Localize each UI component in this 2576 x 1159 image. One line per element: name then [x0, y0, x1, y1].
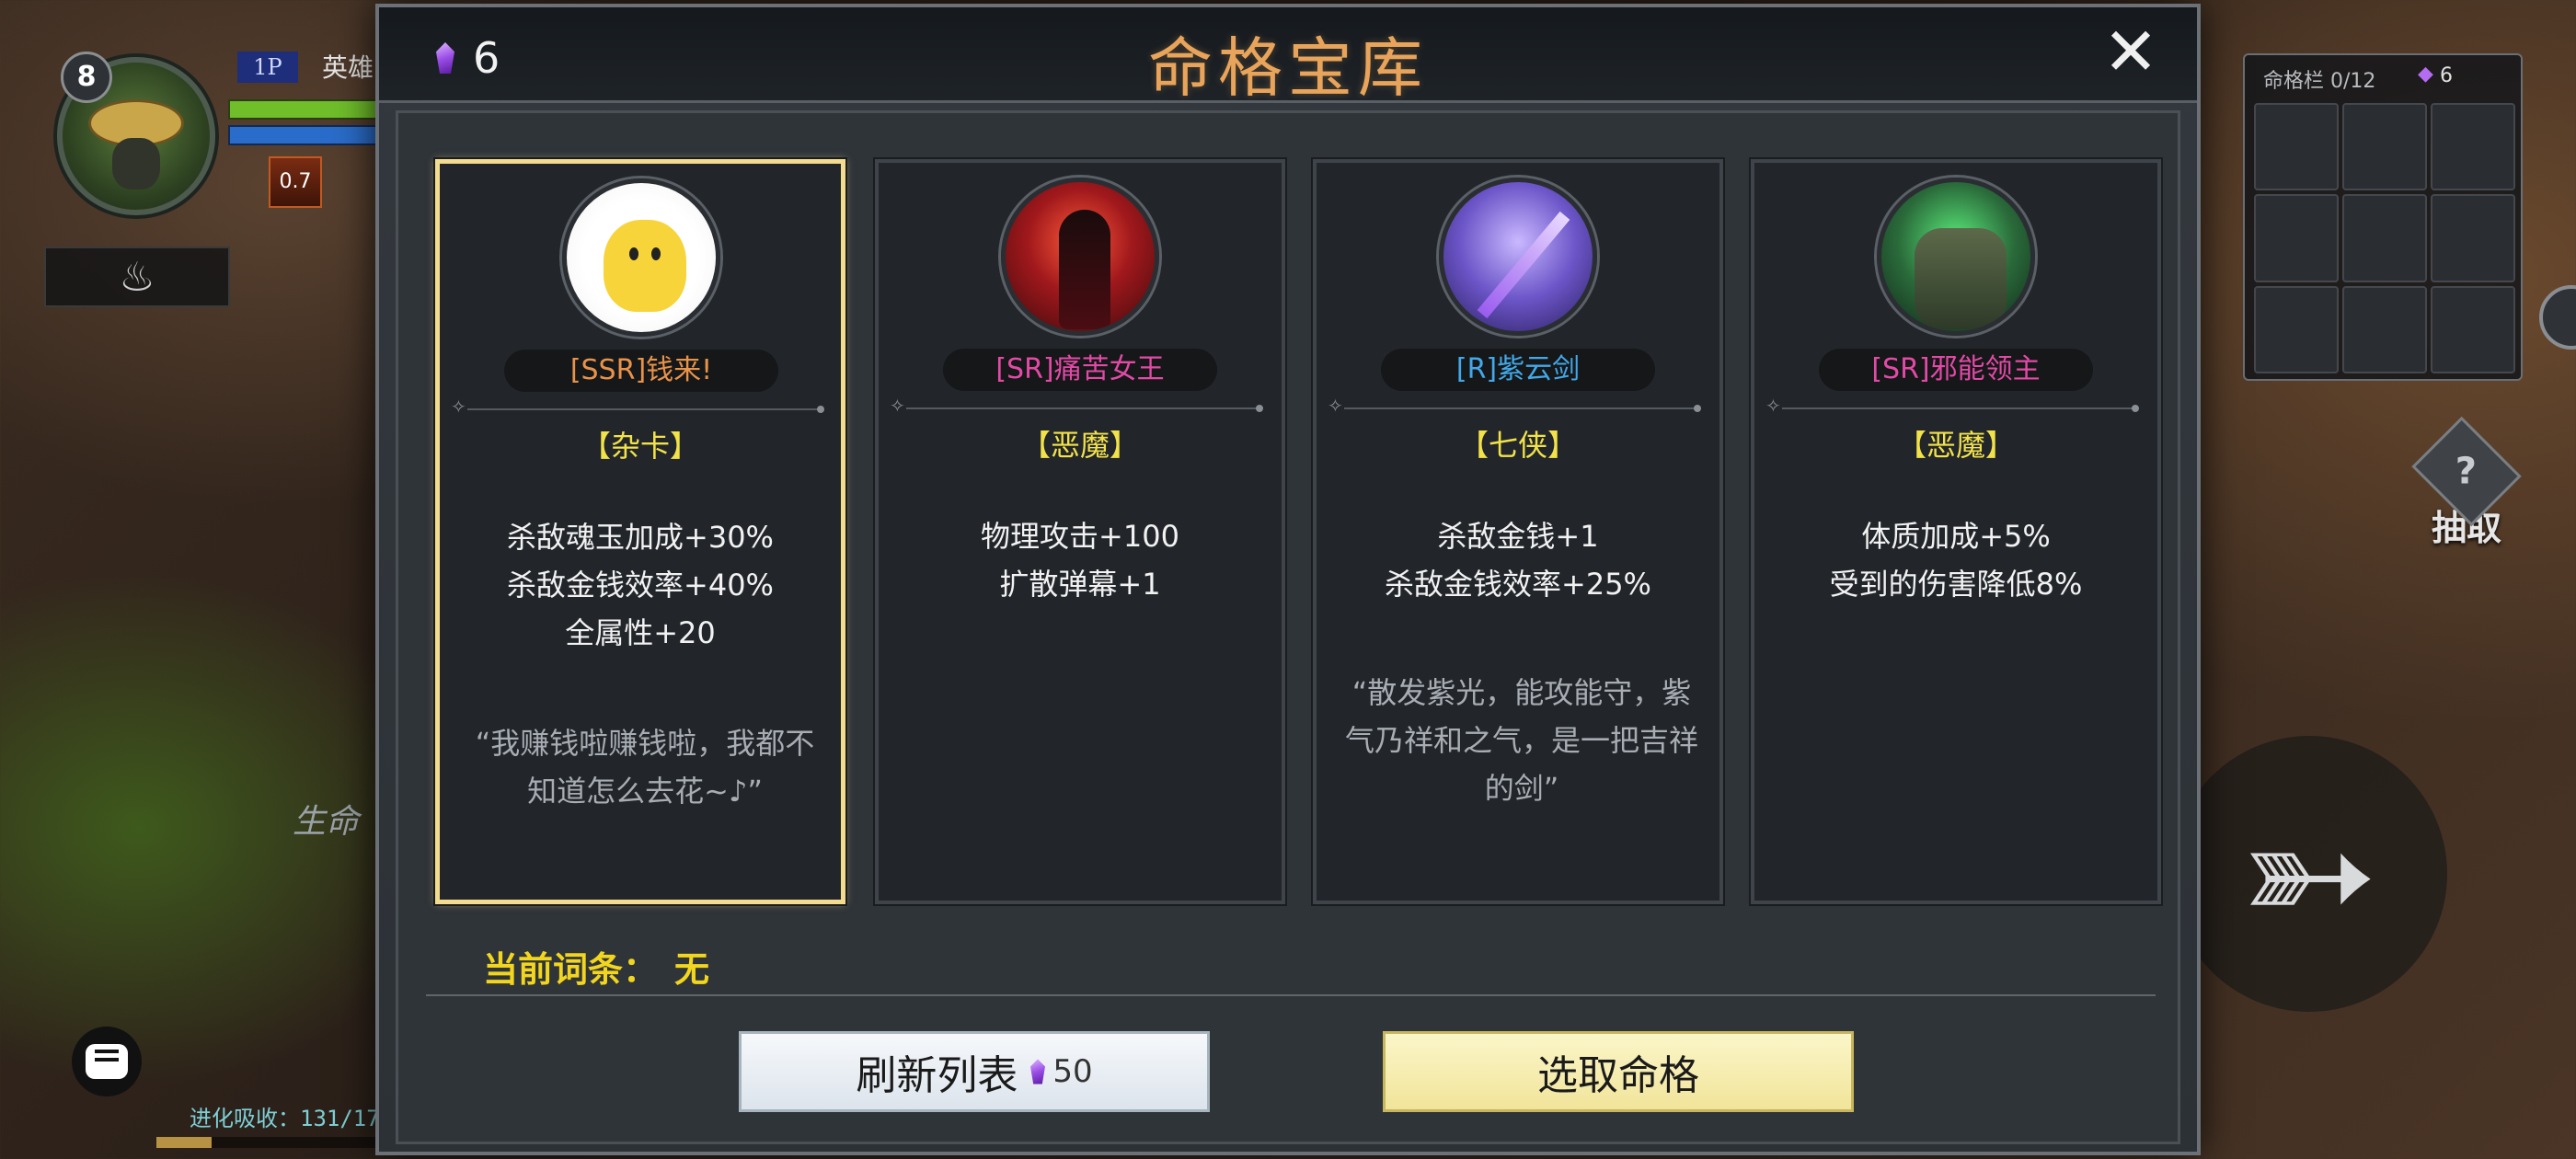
hero-level-badge: 8 [61, 52, 112, 103]
card-faction: 【恶魔】 [1896, 428, 2015, 463]
inventory-crystal-count: 6 [2440, 64, 2453, 87]
card-name: [SSR]钱来! [504, 350, 778, 392]
hero-label: 英雄 [322, 52, 374, 83]
card-quote: “散发紫光，能攻能守，紫气乃祥和之气，是一把吉祥的剑” [1344, 675, 1698, 806]
card-stat: 体质加成+5% [1861, 519, 2051, 554]
fate-card[interactable]: [SR]邪能领主 【恶魔】 体质加成+5% 受到的伤害降低8% [1749, 157, 2163, 906]
avatar-face [112, 138, 160, 189]
card-name: [SR]邪能领主 [1819, 349, 2093, 391]
fate-card[interactable]: [R]紫云剑 【七侠】 杀敌金钱+1 杀敌金钱效率+25% “散发紫光，能攻能守… [1311, 157, 1725, 906]
refresh-label: 刷新列表 [856, 1052, 1018, 1099]
dialog-body: [SSR]钱来! 【杂卡】 杀敌魂玉加成+30% 杀敌金钱效率+40% 全属性+… [396, 110, 2180, 1144]
current-entry-label: 当前词条： [483, 949, 659, 990]
fate-inventory-panel[interactable]: 命格栏 0/12 ◆ 6 [2243, 53, 2523, 381]
side-action-button[interactable] [2539, 285, 2576, 350]
skill-slot[interactable]: ♨ [44, 247, 230, 307]
inventory-slot[interactable] [2254, 194, 2339, 282]
card-name: [SR]痛苦女王 [943, 349, 1217, 391]
card-stat: 杀敌魂玉加成+30% [507, 520, 774, 555]
current-entry-value: 无 [674, 949, 710, 990]
card-stats: 物理攻击+100 扩散弹幕+1 [879, 512, 1282, 608]
evolve-text: 进化吸收：131/17 [190, 1106, 380, 1131]
card-draw-icon: ? [2411, 416, 2522, 527]
fate-card[interactable]: [SR]痛苦女王 【恶魔】 物理攻击+100 扩散弹幕+1 [873, 157, 1287, 906]
close-icon: ✕ [2102, 13, 2159, 90]
evolve-progress-fill [156, 1137, 212, 1148]
hp-bar [228, 99, 379, 120]
player-tag: 1P [237, 52, 298, 83]
inventory-grid [2254, 103, 2515, 373]
draw-button[interactable]: ? 抽取 [2407, 416, 2526, 550]
inventory-slot[interactable] [2342, 285, 2427, 373]
inventory-title: 命格栏 0/12 [2263, 70, 2376, 93]
dash-icon: ➳ [2239, 777, 2379, 970]
card-stats: 杀敌金钱+1 杀敌金钱效率+25% [1317, 512, 1719, 608]
inventory-slot[interactable] [2342, 103, 2427, 191]
fate-card[interactable]: [SSR]钱来! 【杂卡】 杀敌魂玉加成+30% 杀敌金钱效率+40% 全属性+… [433, 157, 847, 906]
inventory-slot[interactable] [2431, 285, 2515, 373]
card-divider [1765, 395, 2139, 417]
card-stat: 杀敌金钱效率+40% [507, 568, 774, 602]
inventory-slot[interactable] [2431, 103, 2515, 191]
card-stat: 杀敌金钱效率+25% [1385, 567, 1651, 602]
card-stat: 受到的伤害降低8% [1829, 567, 2083, 602]
card-portrait [1001, 178, 1159, 336]
bottom-divider [426, 994, 2156, 996]
crystal-icon [1029, 1058, 1047, 1085]
hp-side-text: 生命 [293, 803, 360, 841]
card-stat: 全属性+20 [565, 615, 716, 650]
chat-button[interactable] [72, 1027, 142, 1096]
card-divider [451, 396, 824, 418]
attack-button[interactable]: ➳ [2171, 736, 2447, 1012]
card-stat: 物理攻击+100 [981, 519, 1179, 554]
card-faction: 【恶魔】 [1020, 428, 1139, 463]
select-label: 选取命格 [1537, 1052, 1699, 1099]
buff-icon[interactable]: 0.7 [269, 156, 322, 208]
chat-icon [86, 1044, 128, 1079]
card-divider [890, 395, 1263, 417]
card-stat: 扩散弹幕+1 [999, 567, 1161, 602]
dialog-title: 命格宝库 [1148, 30, 1428, 106]
card-faction: 【七侠】 [1458, 428, 1577, 463]
refresh-cost: 50 [1027, 1053, 1092, 1090]
card-name: [R]紫云剑 [1381, 349, 1655, 391]
card-divider [1328, 395, 1701, 417]
card-stat: 杀敌金钱+1 [1437, 519, 1599, 554]
refresh-cost-value: 50 [1052, 1053, 1093, 1090]
card-portrait [1877, 178, 2035, 336]
inventory-slot[interactable] [2342, 194, 2427, 282]
close-button[interactable]: ✕ [2101, 18, 2160, 85]
inventory-slot[interactable] [2431, 194, 2515, 282]
current-entry: 当前词条： 无 [483, 941, 709, 992]
card-stats: 体质加成+5% 受到的伤害降低8% [1754, 512, 2157, 608]
fate-vault-dialog: 6 命格宝库 ✕ [SSR]钱来! 【杂卡】 杀敌魂玉加成+30% 杀敌金钱效率… [375, 4, 2201, 1155]
card-portrait [1439, 178, 1597, 336]
refresh-list-button[interactable]: 刷新列表 50 [739, 1031, 1210, 1112]
card-quote: “我赚钱啦赚钱啦，我都不知道怎么去花~♪” [475, 726, 815, 809]
dialog-header: 6 命格宝库 ✕ [379, 7, 2197, 106]
card-stats: 杀敌魂玉加成+30% 杀敌金钱效率+40% 全属性+20 [440, 513, 841, 657]
skill-icon: ♨ [119, 253, 155, 301]
inventory-slot[interactable] [2254, 103, 2339, 191]
mp-bar [228, 125, 379, 145]
fate-card-list: [SSR]钱来! 【杂卡】 杀敌魂玉加成+30% 杀敌金钱效率+40% 全属性+… [433, 157, 2163, 913]
select-fate-button[interactable]: 选取命格 [1383, 1031, 1854, 1112]
inventory-slot[interactable] [2254, 285, 2339, 373]
crystal-icon: ◆ [2418, 63, 2433, 86]
card-portrait [562, 178, 720, 337]
card-faction: 【杂卡】 [581, 429, 699, 464]
